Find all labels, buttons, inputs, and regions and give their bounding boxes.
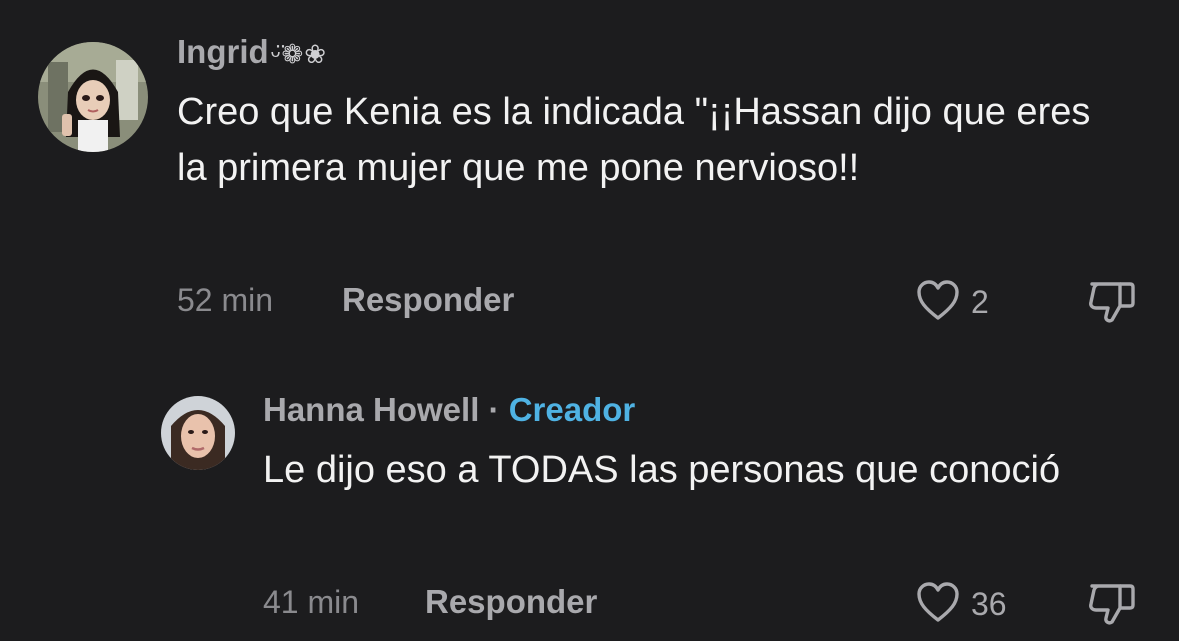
heart-outline-icon [915, 580, 961, 629]
comment-hanna-howell: Hanna Howell · Creador Le dijo eso a TOD… [0, 340, 1179, 641]
like-count: 36 [971, 586, 1007, 622]
reply-button[interactable]: Responder [425, 583, 597, 621]
creator-badge: Creador [508, 391, 636, 428]
username-text: Hanna Howell [263, 391, 480, 428]
comment-ingrid: Ingridᵕ̈❁❀ Creo que Kenia es la indicada… [0, 0, 1179, 340]
thumbs-down-icon[interactable] [1086, 278, 1140, 331]
username-separator: · [488, 391, 500, 428]
comment-username[interactable]: Ingridᵕ̈❁❀ [177, 33, 327, 71]
comment-timestamp: 41 min [263, 584, 360, 620]
username-decoration: ᵕ̈❁❀ [270, 39, 328, 69]
avatar[interactable] [38, 42, 148, 152]
like-button[interactable]: 2 [915, 278, 989, 327]
like-count: 2 [971, 284, 989, 320]
heart-outline-icon [915, 278, 961, 327]
reply-button[interactable]: Responder [342, 281, 514, 319]
thumbs-down-icon[interactable] [1086, 580, 1140, 633]
comment-timestamp: 52 min [177, 282, 274, 318]
comment-text: Le dijo eso a TODAS las personas que con… [263, 449, 1061, 491]
like-button[interactable]: 36 [915, 580, 1007, 629]
comment-username[interactable]: Hanna Howell · Creador [263, 391, 635, 429]
comment-text: Creo que Kenia es la indicada "¡¡Hassan … [177, 91, 1091, 189]
avatar[interactable] [161, 396, 235, 470]
username-text: Ingrid [177, 33, 269, 70]
